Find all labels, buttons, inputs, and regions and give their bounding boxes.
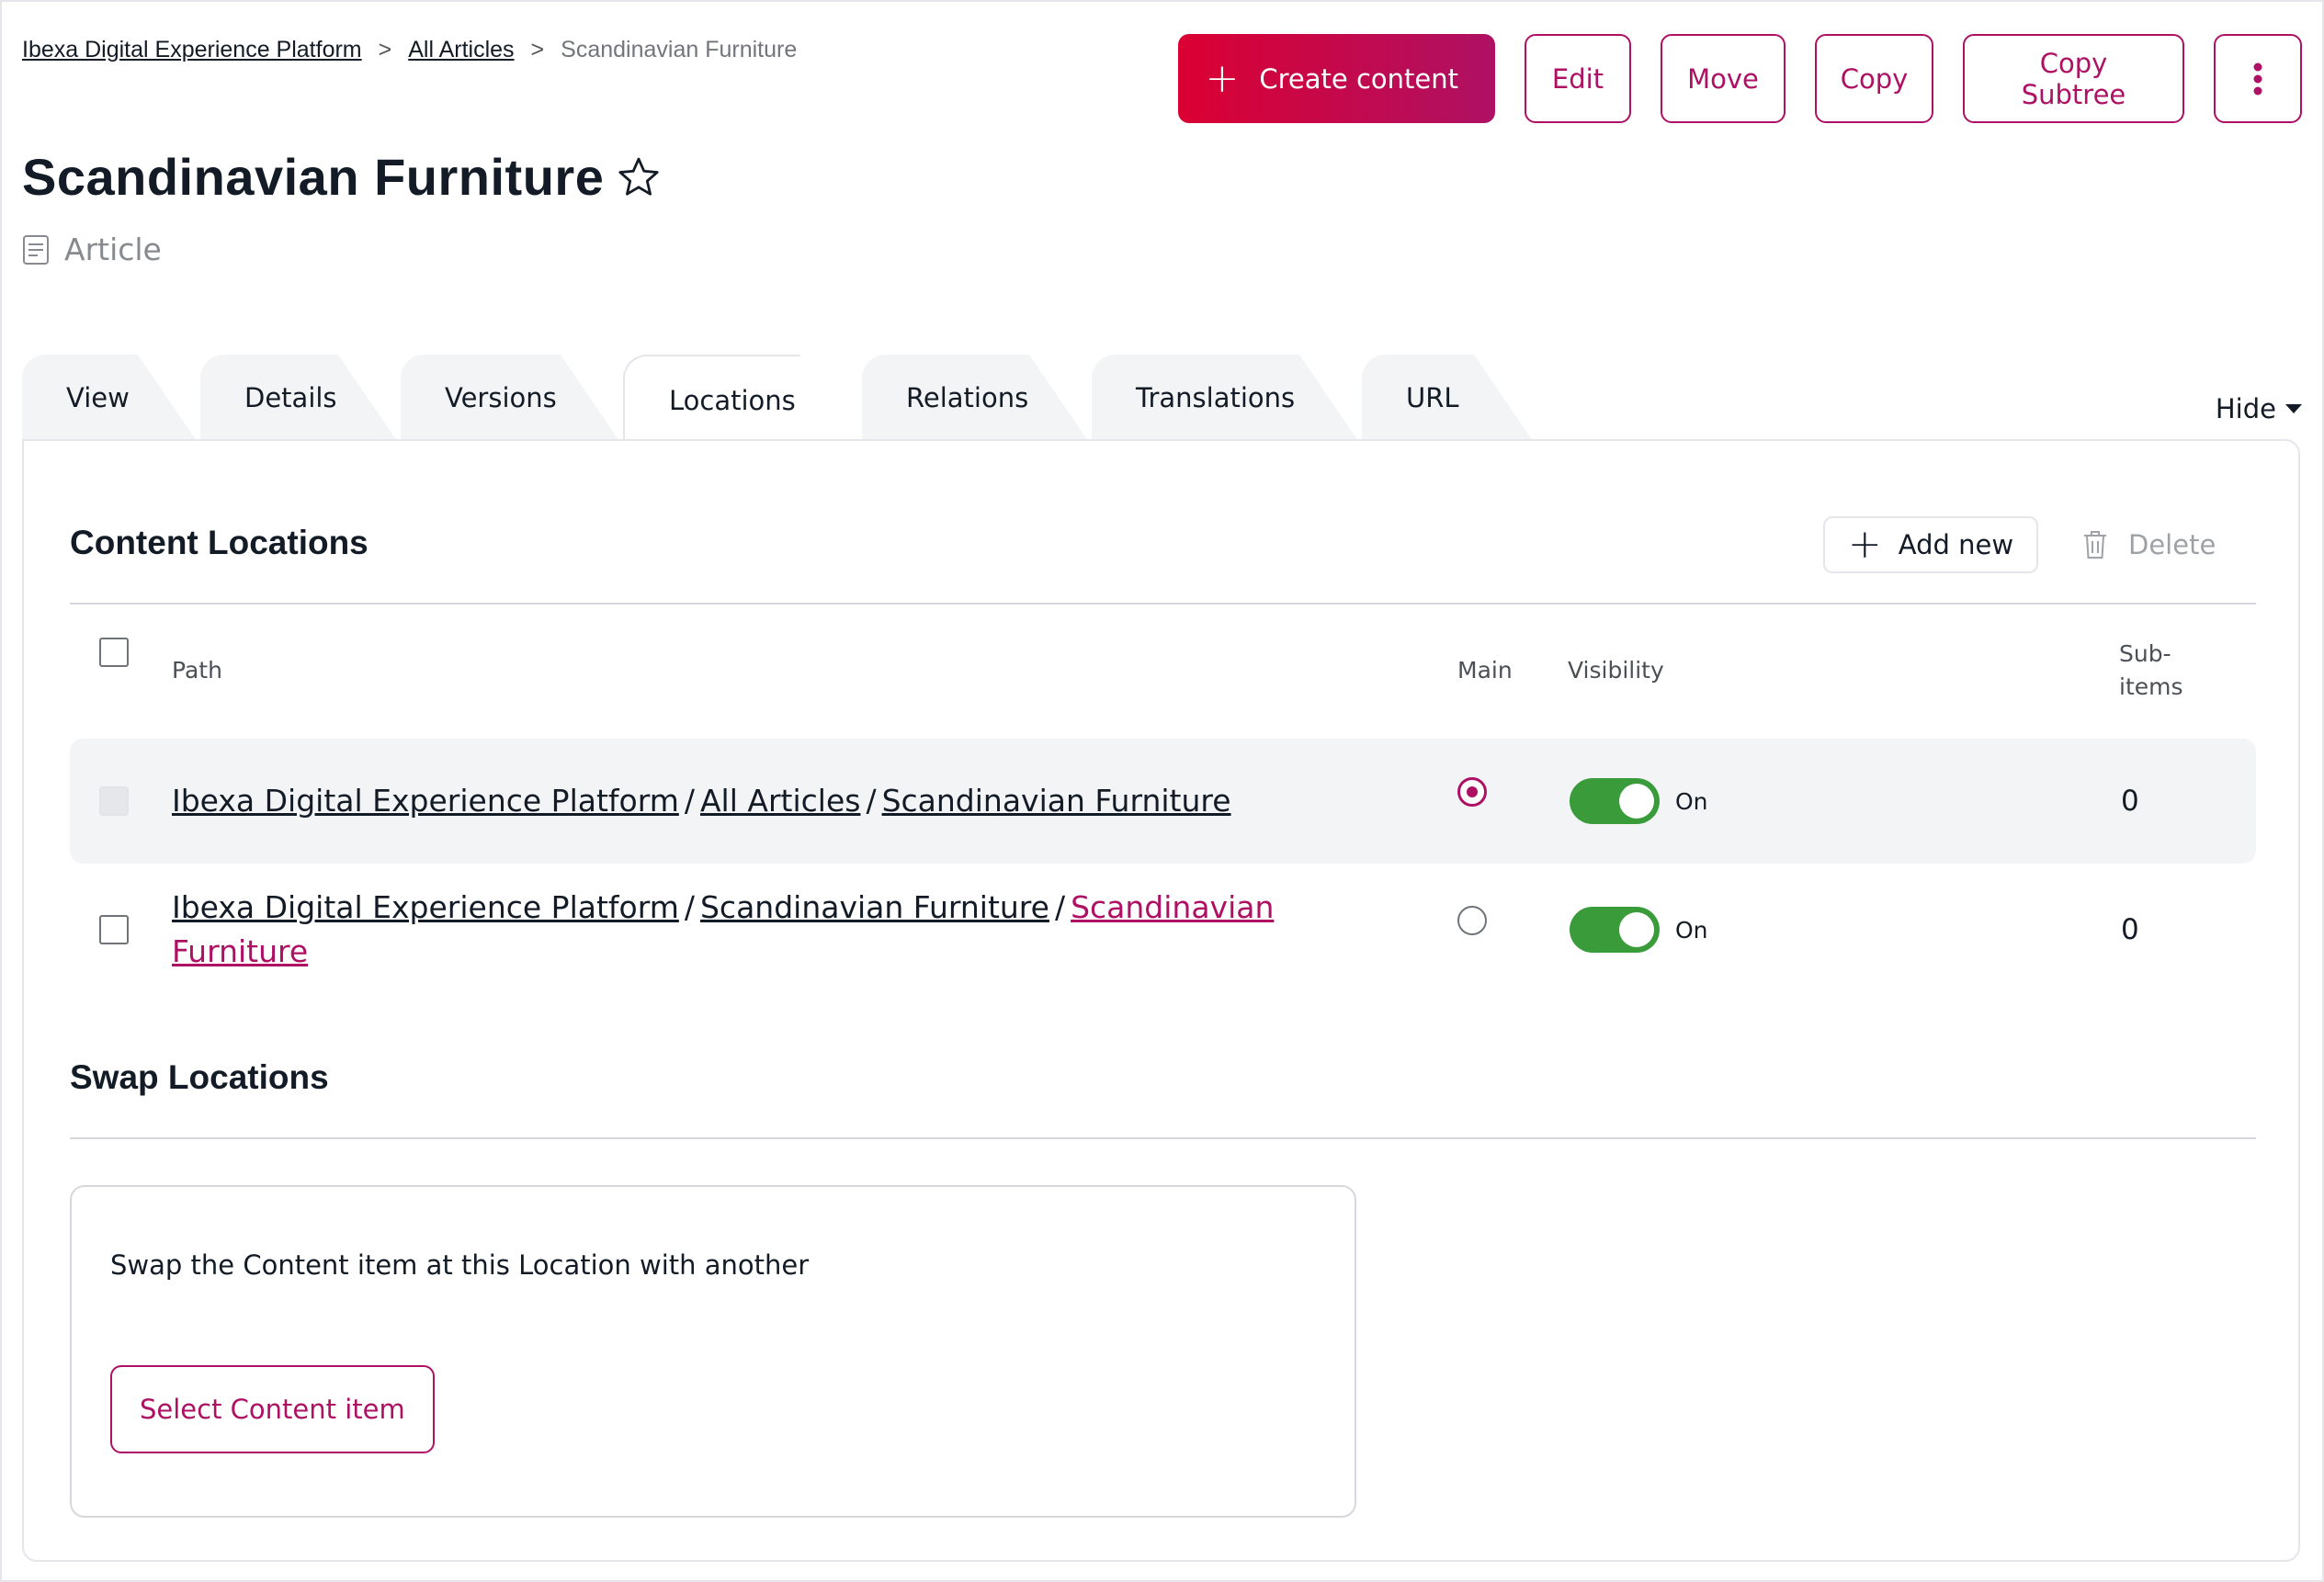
breadcrumb-separator: > bbox=[530, 37, 545, 62]
breadcrumb: Ibexa Digital Experience Platform > All … bbox=[22, 37, 797, 63]
column-header-path: Path bbox=[172, 657, 222, 684]
caret-down-icon bbox=[2285, 404, 2302, 413]
edit-button[interactable]: Edit bbox=[1525, 34, 1631, 123]
create-content-button[interactable]: + Create content bbox=[1177, 34, 1495, 123]
path-link[interactable]: Scandinavian Furniture bbox=[700, 889, 1049, 925]
content-type-label: Article bbox=[64, 232, 162, 267]
column-header-subitems: Sub- items bbox=[2119, 638, 2183, 704]
swap-description: Swap the Content item at this Location w… bbox=[110, 1249, 810, 1281]
visibility-label: On bbox=[1675, 917, 1708, 944]
trash-icon bbox=[2084, 531, 2106, 559]
tab-locations[interactable]: Locations bbox=[623, 355, 858, 445]
path-link[interactable]: All Articles bbox=[700, 783, 860, 819]
more-vertical-icon bbox=[2253, 62, 2262, 95]
hide-toggle[interactable]: Hide bbox=[2216, 393, 2302, 424]
column-header-visibility: Visibility bbox=[1568, 657, 1664, 684]
tab-translations[interactable]: Translations bbox=[1092, 355, 1358, 441]
row-checkbox[interactable] bbox=[99, 915, 129, 944]
path-link[interactable]: Ibexa Digital Experience Platform bbox=[172, 783, 679, 819]
swap-locations-title: Swap Locations bbox=[70, 1058, 329, 1096]
page-title: Scandinavian Furniture bbox=[22, 148, 605, 206]
select-all-checkbox[interactable] bbox=[99, 638, 129, 667]
tab-bar: View Details Versions Locations Relation… bbox=[22, 355, 1536, 443]
content-locations-title: Content Locations bbox=[70, 524, 368, 561]
add-new-label: Add new bbox=[1898, 529, 2014, 560]
move-button[interactable]: Move bbox=[1661, 34, 1786, 123]
subitems-count: 0 bbox=[2121, 913, 2139, 946]
delete-label: Delete bbox=[2128, 529, 2216, 560]
visibility-label: On bbox=[1675, 788, 1708, 815]
path-link[interactable]: Ibexa Digital Experience Platform bbox=[172, 889, 679, 925]
breadcrumb-separator: > bbox=[378, 37, 392, 62]
section-divider bbox=[70, 603, 2256, 605]
breadcrumb-current: Scandinavian Furniture bbox=[561, 37, 798, 62]
tab-url[interactable]: URL bbox=[1362, 355, 1533, 441]
page-title-row: Scandinavian Furniture bbox=[22, 147, 663, 207]
star-icon[interactable] bbox=[615, 153, 663, 201]
main-location-radio[interactable] bbox=[1457, 906, 1487, 935]
visibility-toggle[interactable] bbox=[1570, 907, 1660, 953]
header-actions: + Create content Edit Move Copy Copy Sub… bbox=[1177, 34, 2302, 123]
breadcrumb-link-all-articles[interactable]: All Articles bbox=[408, 37, 514, 63]
select-content-item-button[interactable]: Select Content item bbox=[110, 1365, 435, 1453]
path-link[interactable]: Scandinavian Furniture bbox=[882, 783, 1231, 819]
section-divider bbox=[70, 1137, 2256, 1139]
column-header-subitems-line2: items bbox=[2119, 673, 2183, 700]
create-content-label: Create content bbox=[1259, 62, 1458, 95]
location-path: Ibexa Digital Experience Platform / All Ar… bbox=[172, 783, 1231, 819]
plus-icon: + bbox=[1205, 54, 1240, 102]
tab-relations[interactable]: Relations bbox=[862, 355, 1088, 441]
swap-card: Swap the Content item at this Location w… bbox=[70, 1185, 1356, 1518]
more-actions-button[interactable] bbox=[2214, 34, 2302, 123]
location-path: Ibexa Digital Experience Platform / Scandi… bbox=[172, 889, 1275, 969]
locations-panel: Content Locations + Add new Delete Path … bbox=[22, 439, 2300, 1562]
main-location-radio[interactable] bbox=[1457, 777, 1487, 807]
plus-icon: + bbox=[1847, 521, 1882, 568]
subitems-count: 0 bbox=[2121, 785, 2139, 818]
content-type: Article bbox=[22, 232, 162, 267]
tab-view[interactable]: View bbox=[22, 355, 197, 441]
tab-versions[interactable]: Versions bbox=[401, 355, 619, 441]
copy-button[interactable]: Copy bbox=[1815, 34, 1933, 123]
delete-location-button[interactable]: Delete bbox=[2082, 516, 2216, 573]
tab-details[interactable]: Details bbox=[200, 355, 397, 441]
add-location-button[interactable]: + Add new bbox=[1823, 516, 2038, 573]
column-header-subitems-line1: Sub- bbox=[2119, 640, 2171, 667]
row-checkbox bbox=[99, 786, 129, 816]
copy-subtree-button[interactable]: Copy Subtree bbox=[1963, 34, 2184, 123]
article-icon bbox=[23, 234, 49, 265]
column-header-main: Main bbox=[1457, 657, 1513, 684]
hide-label: Hide bbox=[2215, 393, 2276, 424]
visibility-toggle[interactable] bbox=[1570, 778, 1660, 824]
breadcrumb-link-root[interactable]: Ibexa Digital Experience Platform bbox=[22, 37, 362, 63]
